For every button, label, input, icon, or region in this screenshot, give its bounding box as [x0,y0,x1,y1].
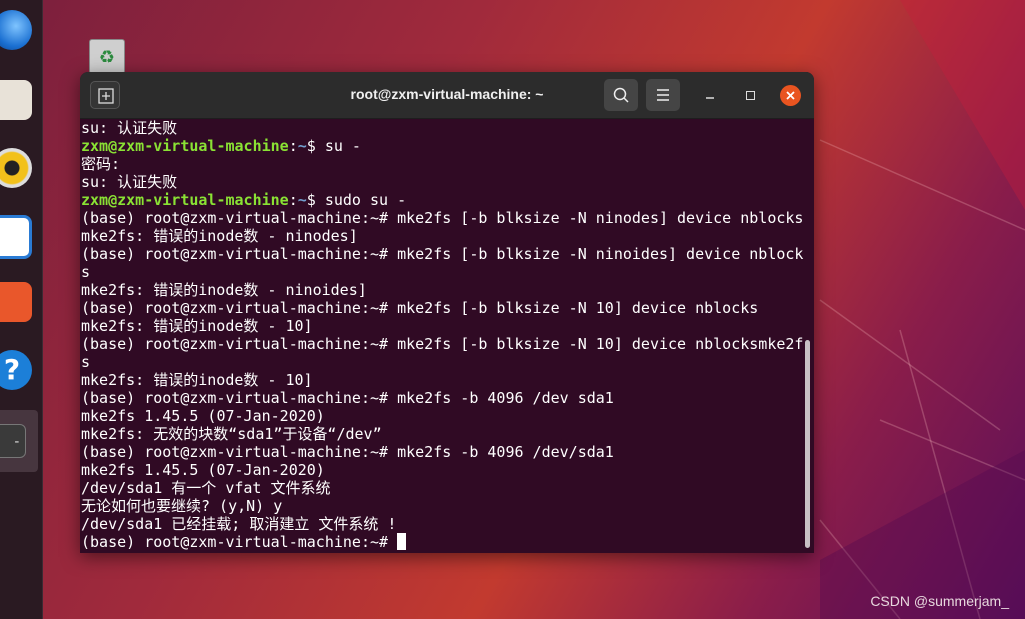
titlebar: root@zxm-virtual-machine: ~ [80,72,814,119]
minimize-button[interactable] [700,85,720,105]
line-text: mke2fs: 错误的inode数 - 10] [81,317,313,335]
line-text: (base) root@zxm-virtual-machine:~# [81,533,398,551]
dock: ? - [0,0,43,619]
line-text: mke2fs: 错误的inode数 - ninodes] [81,227,358,245]
line-text: mke2fs: 无效的块数“sda1”于设备“/dev” [81,425,382,443]
writer-icon[interactable] [0,215,32,259]
watermark: CSDN @summerjam_ [870,593,1009,609]
line-text: 无论如何也要继续? (y,N) y [81,497,283,515]
line-text: (base) root@zxm-virtual-machine:~# mke2f… [81,299,759,317]
text-cursor [397,533,407,550]
search-button[interactable] [604,79,638,111]
close-icon [786,91,795,100]
scrollbar[interactable] [805,340,810,548]
line-text: mke2fs: 错误的inode数 - ninoides] [81,281,367,299]
terminal-line: /dev/sda1 已经挂载; 取消建立 文件系统 ! [81,515,804,533]
line-text: mke2fs 1.45.5 (07-Jan-2020) [81,407,325,425]
close-button[interactable] [780,85,801,106]
files-icon[interactable] [0,80,32,120]
hamburger-menu-icon [657,89,669,101]
terminal-line: (base) root@zxm-virtual-machine:~# mke2f… [81,245,804,263]
terminal-line: zxm@zxm-virtual-machine:~$ su - [81,137,804,155]
line-text: /dev/sda1 有一个 vfat 文件系统 [81,479,331,497]
maximize-icon [746,91,755,100]
line-text: su: 认证失败 [81,173,178,191]
terminal-line: 密码: [81,155,804,173]
terminal-line: (base) root@zxm-virtual-machine:~# mke2f… [81,335,804,353]
prompt-colon: : [288,191,298,209]
prompt-user: zxm@zxm-virtual-machine [81,191,289,209]
command-text: $ su - [306,137,361,155]
maximize-button[interactable] [740,85,760,105]
terminal-line: mke2fs: 错误的inode数 - ninoides] [81,281,804,299]
rhythmbox-icon[interactable] [0,148,32,188]
prompt-user: zxm@zxm-virtual-machine [81,137,289,155]
terminal-line: s [81,263,804,281]
line-text: mke2fs 1.45.5 (07-Jan-2020) [81,461,325,479]
terminal-line: 无论如何也要继续? (y,N) y [81,497,804,515]
line-text: (base) root@zxm-virtual-machine:~# mke2f… [81,389,614,407]
terminal-line: mke2fs 1.45.5 (07-Jan-2020) [81,407,804,425]
terminal-line: mke2fs: 错误的inode数 - 10] [81,371,804,389]
terminal-window: root@zxm-virtual-machine: ~ su: 认证失败 zxm… [80,72,814,553]
terminal-line: mke2fs 1.45.5 (07-Jan-2020) [81,461,804,479]
line-text: (base) root@zxm-virtual-machine:~# mke2f… [81,335,804,353]
terminal-line: (base) root@zxm-virtual-machine:~# mke2f… [81,299,804,317]
terminal-line: su: 认证失败 [81,119,804,137]
terminal-line: mke2fs: 错误的inode数 - 10] [81,317,804,335]
line-text: su: 认证失败 [81,119,178,137]
terminal-line: zxm@zxm-virtual-machine:~$ sudo su - [81,191,804,209]
terminal-icon[interactable]: - [0,424,26,458]
terminal-line: s [81,353,804,371]
thunderbird-icon[interactable] [0,10,32,50]
line-text: (base) root@zxm-virtual-machine:~# mke2f… [81,209,804,227]
terminal-line: mke2fs: 无效的块数“sda1”于设备“/dev” [81,425,804,443]
help-icon[interactable]: ? [0,350,32,390]
terminal-line: (base) root@zxm-virtual-machine:~# mke2f… [81,389,804,407]
prompt-path: ~ [297,137,307,155]
prompt-path: ~ [297,191,307,209]
line-text: (base) root@zxm-virtual-machine:~# mke2f… [81,245,804,263]
line-text: (base) root@zxm-virtual-machine:~# mke2f… [81,443,614,461]
terminal-output[interactable]: su: 认证失败 zxm@zxm-virtual-machine:~$ su -密… [80,119,804,553]
menu-button[interactable] [646,79,680,111]
command-text: $ sudo su - [306,191,407,209]
terminal-line: (base) root@zxm-virtual-machine:~# mke2f… [81,443,804,461]
terminal-line: mke2fs: 错误的inode数 - ninodes] [81,227,804,245]
terminal-line: su: 认证失败 [81,173,804,191]
line-text: 密码: [81,155,121,173]
minimize-icon [706,97,714,99]
software-icon[interactable] [0,282,32,322]
terminal-line: /dev/sda1 有一个 vfat 文件系统 [81,479,804,497]
line-text: /dev/sda1 已经挂载; 取消建立 文件系统 ! [81,515,397,533]
search-icon [613,87,629,103]
line-text: s [81,353,91,371]
prompt-colon: : [288,137,298,155]
line-text: s [81,263,91,281]
terminal-line: (base) root@zxm-virtual-machine:~# mke2f… [81,209,804,227]
terminal-line: (base) root@zxm-virtual-machine:~# [81,533,804,551]
line-text: mke2fs: 错误的inode数 - 10] [81,371,313,389]
